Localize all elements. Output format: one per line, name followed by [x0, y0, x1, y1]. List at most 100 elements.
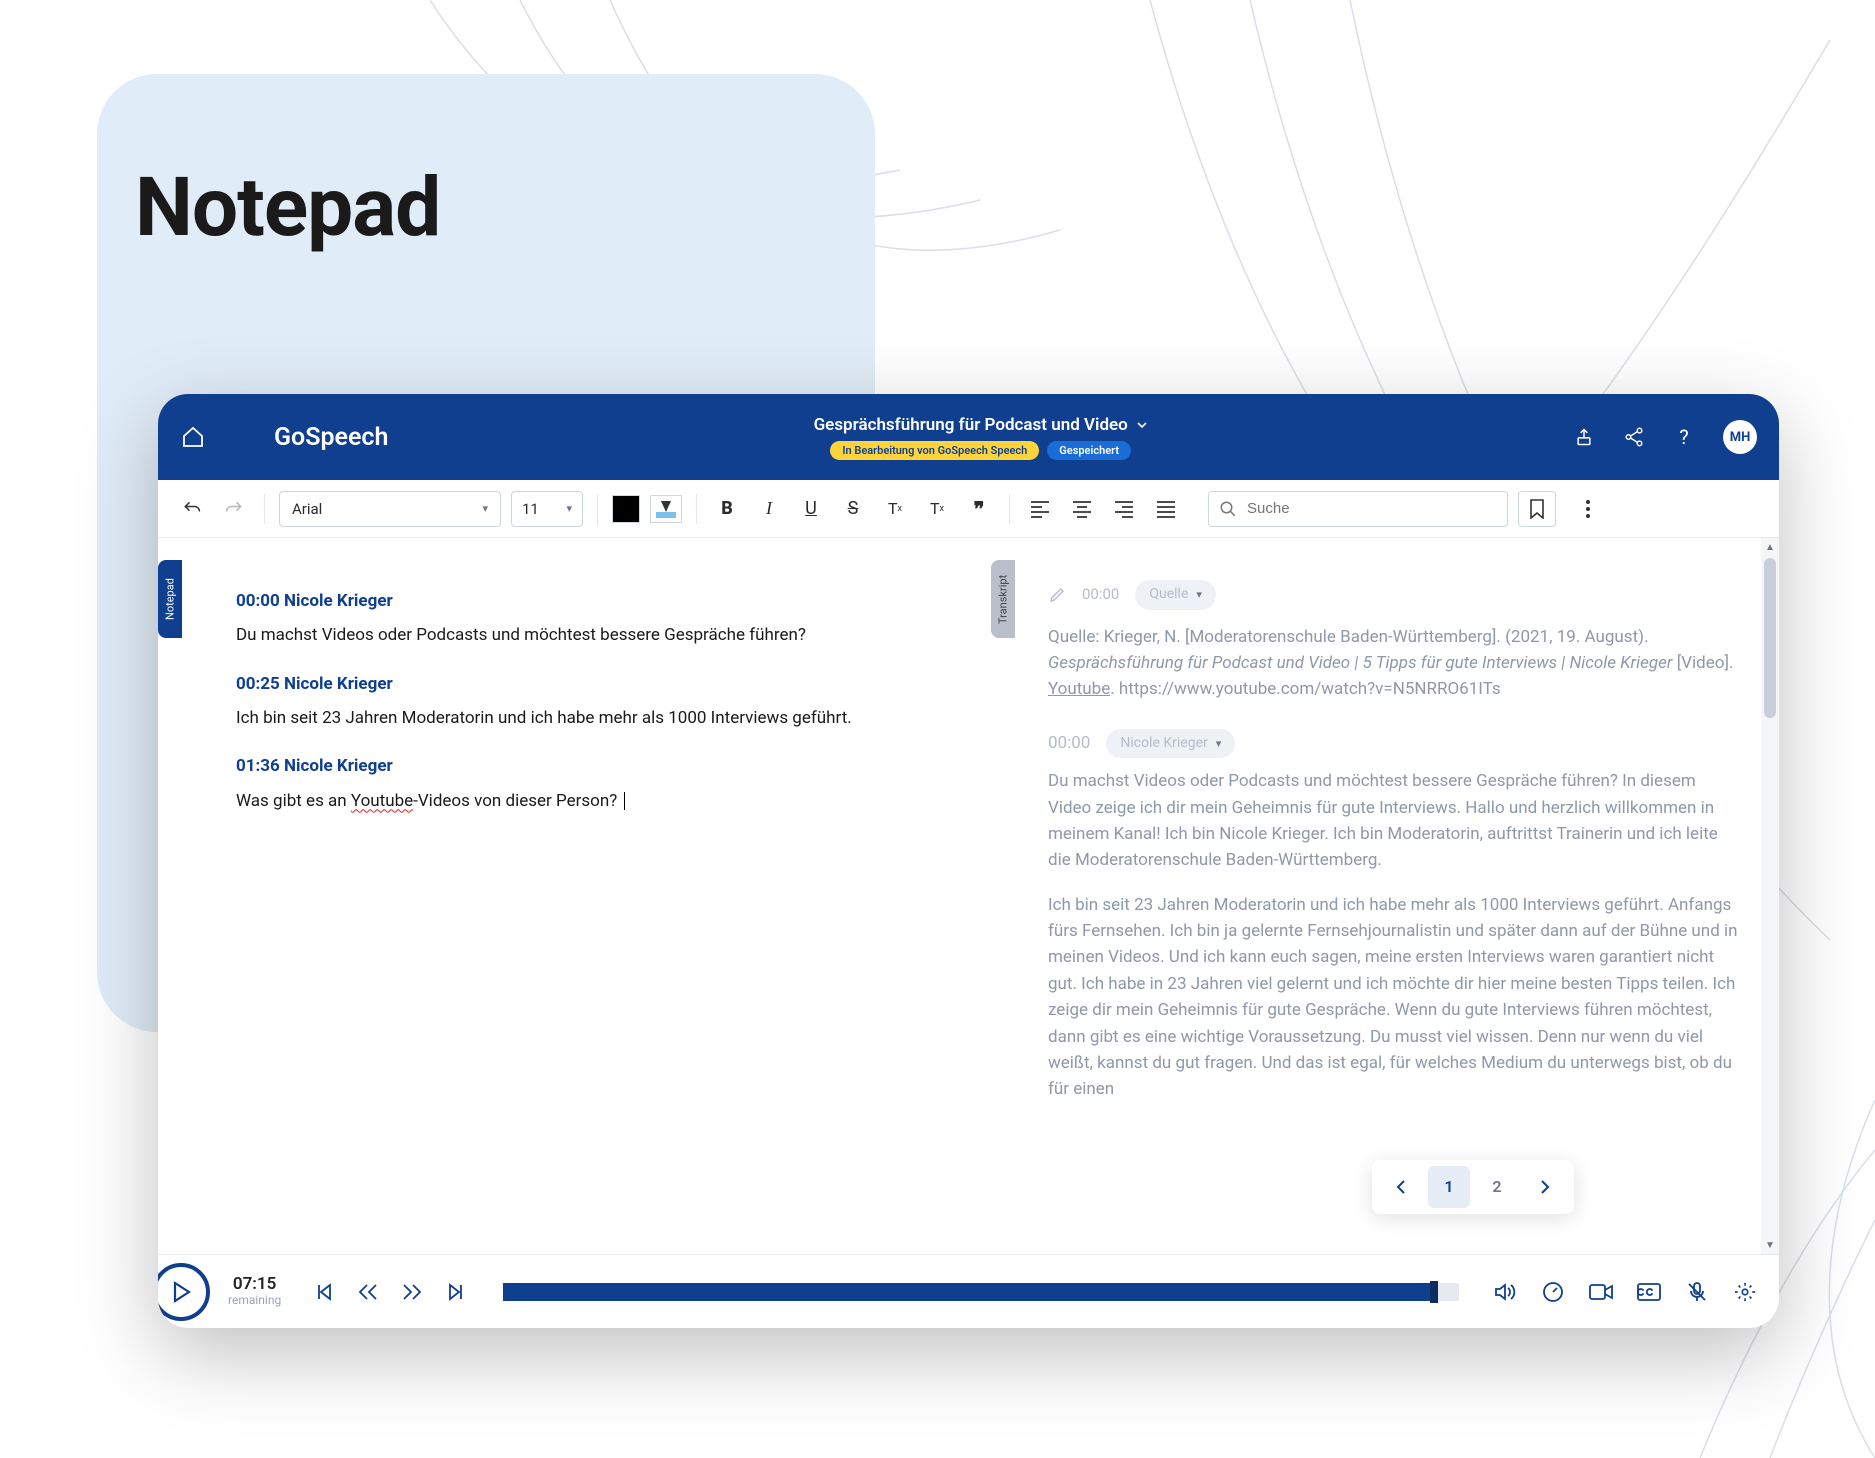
time-remaining: 07:15 remaining [228, 1275, 281, 1308]
captions-button[interactable] [1637, 1280, 1661, 1304]
toolbar-separator [264, 494, 265, 524]
time-label: remaining [228, 1294, 281, 1308]
speed-button[interactable] [1541, 1280, 1565, 1304]
progress-knob[interactable] [1430, 1281, 1438, 1303]
video-button[interactable] [1589, 1280, 1613, 1304]
font-family-select[interactable]: Arial ▾ [279, 491, 501, 527]
brand-label: GoSpeech [274, 423, 388, 452]
transcript-paragraph: Du machst Videos oder Podcasts und möcht… [1048, 768, 1739, 873]
player-right-controls [1493, 1280, 1757, 1304]
toolbar-separator [696, 494, 697, 524]
progress-fill [503, 1283, 1430, 1301]
vertical-scrollbar[interactable]: ▲ ▼ [1761, 538, 1779, 1254]
toolbar-separator [597, 494, 598, 524]
search-icon [1219, 500, 1237, 518]
pager-page-2[interactable]: 2 [1476, 1166, 1518, 1208]
badge-editing: In Bearbeitung von GoSpeech Speech [830, 441, 1039, 460]
font-family-value: Arial [292, 500, 322, 518]
home-icon[interactable] [180, 424, 206, 450]
transcript-paragraph: Ich bin seit 23 Jahren Moderatorin und i… [1048, 892, 1739, 1103]
chevron-down-icon [1136, 419, 1148, 431]
note-heading: 00:00 Nicole Krieger [236, 588, 927, 614]
more-menu-button[interactable] [1572, 493, 1604, 525]
pager-prev-button[interactable] [1380, 1166, 1422, 1208]
note-block: 00:00 Nicole Krieger Du machst Videos od… [236, 588, 927, 649]
quote-button[interactable]: ❞ [963, 493, 995, 525]
avatar[interactable]: MH [1723, 420, 1757, 454]
topbar-center: Gesprächsführung für Podcast und Video I… [406, 415, 1555, 460]
play-button[interactable] [158, 1263, 210, 1321]
bookmark-button[interactable] [1518, 491, 1556, 527]
note-text: Ich bin seit 23 Jahren Moderatorin und i… [236, 705, 927, 731]
italic-button[interactable]: I [753, 493, 785, 525]
toolbar-separator [1009, 494, 1010, 524]
doc-title[interactable]: Gesprächsführung für Podcast und Video [814, 415, 1148, 435]
note-heading: 00:25 Nicole Krieger [236, 671, 927, 697]
strikethrough-button[interactable]: S [837, 493, 869, 525]
underline-button[interactable]: U [795, 493, 827, 525]
note-block: 00:25 Nicole Krieger Ich bin seit 23 Jah… [236, 671, 927, 732]
search-box[interactable] [1208, 491, 1508, 527]
topbar-right: ? MH [1573, 420, 1757, 454]
toolbar: Arial ▾ 11 ▾ B I U S Tx Tx ❞ [158, 480, 1779, 538]
transport-controls [311, 1279, 469, 1305]
speaker-pill[interactable]: Nicole Krieger ▾ [1106, 729, 1235, 759]
highlight-color-button[interactable] [650, 495, 682, 523]
superscript-button[interactable]: Tx [921, 493, 953, 525]
font-size-value: 11 [522, 500, 539, 518]
citation-text: Quelle: Krieger, N. [Moderatorenschule B… [1048, 624, 1739, 703]
undo-button[interactable] [176, 493, 208, 525]
edit-icon[interactable] [1048, 586, 1066, 604]
bold-button[interactable]: B [711, 493, 743, 525]
align-center-button[interactable] [1066, 493, 1098, 525]
spelling-error: Youtube [351, 791, 413, 811]
note-block: 01:36 Nicole Krieger Was gibt es an Yout… [236, 753, 927, 814]
skip-start-button[interactable] [311, 1279, 337, 1305]
rewind-button[interactable] [355, 1279, 381, 1305]
scroll-thumb[interactable] [1764, 558, 1776, 718]
chevron-down-icon: ▾ [482, 502, 488, 515]
share-icon[interactable] [1623, 426, 1645, 448]
content-area: Notepad Transkript 00:00 Nicole Krieger … [158, 538, 1779, 1254]
note-heading: 01:36 Nicole Krieger [236, 753, 927, 779]
help-icon[interactable]: ? [1673, 426, 1695, 448]
progress-bar[interactable] [503, 1283, 1459, 1301]
source-pill[interactable]: Quelle ▾ [1135, 580, 1216, 610]
redo-button[interactable] [218, 493, 250, 525]
chevron-down-icon: ▾ [566, 502, 572, 515]
settings-button[interactable] [1733, 1280, 1757, 1304]
notepad-pane[interactable]: 00:00 Nicole Krieger Du machst Videos od… [158, 538, 992, 1254]
doc-badges: In Bearbeitung von GoSpeech Speech Gespe… [830, 441, 1131, 460]
pager-page-1[interactable]: 1 [1428, 1166, 1470, 1208]
source-timestamp: 00:00 [1082, 583, 1119, 606]
mic-off-button[interactable] [1685, 1280, 1709, 1304]
hero-title: Notepad [135, 160, 440, 256]
scroll-up-arrow[interactable]: ▲ [1761, 538, 1779, 556]
badge-saved: Gespeichert [1047, 441, 1131, 460]
sidetab-notepad[interactable]: Notepad [158, 560, 182, 638]
note-text: Was gibt es an Youtube-Videos von dieser… [236, 788, 927, 814]
citation-link[interactable]: Youtube [1048, 679, 1110, 699]
subscript-button[interactable]: Tx [879, 493, 911, 525]
text-color-button[interactable] [612, 495, 640, 523]
pager-next-button[interactable] [1524, 1166, 1566, 1208]
topbar: GoSpeech Gesprächsführung für Podcast un… [158, 394, 1779, 480]
segment-header: 00:00 Nicole Krieger ▾ [1048, 729, 1739, 759]
doc-title-text: Gesprächsführung für Podcast und Video [814, 415, 1128, 435]
chevron-down-icon: ▾ [1216, 735, 1222, 752]
align-right-button[interactable] [1108, 493, 1140, 525]
volume-button[interactable] [1493, 1280, 1517, 1304]
export-icon[interactable] [1573, 426, 1595, 448]
player-bar: 07:15 remaining [158, 1254, 1779, 1328]
align-justify-button[interactable] [1150, 493, 1182, 525]
align-left-button[interactable] [1024, 493, 1056, 525]
chevron-down-icon: ▾ [1196, 586, 1202, 603]
forward-button[interactable] [399, 1279, 425, 1305]
font-size-select[interactable]: 11 ▾ [511, 491, 583, 527]
pagination: 1 2 [1372, 1160, 1574, 1214]
time-value: 07:15 [233, 1275, 276, 1295]
transcript-pane: 00:00 Quelle ▾ Quelle: Krieger, N. [Mode… [992, 538, 1779, 1254]
skip-end-button[interactable] [443, 1279, 469, 1305]
scroll-down-arrow[interactable]: ▼ [1761, 1236, 1779, 1254]
search-input[interactable] [1247, 500, 1497, 517]
